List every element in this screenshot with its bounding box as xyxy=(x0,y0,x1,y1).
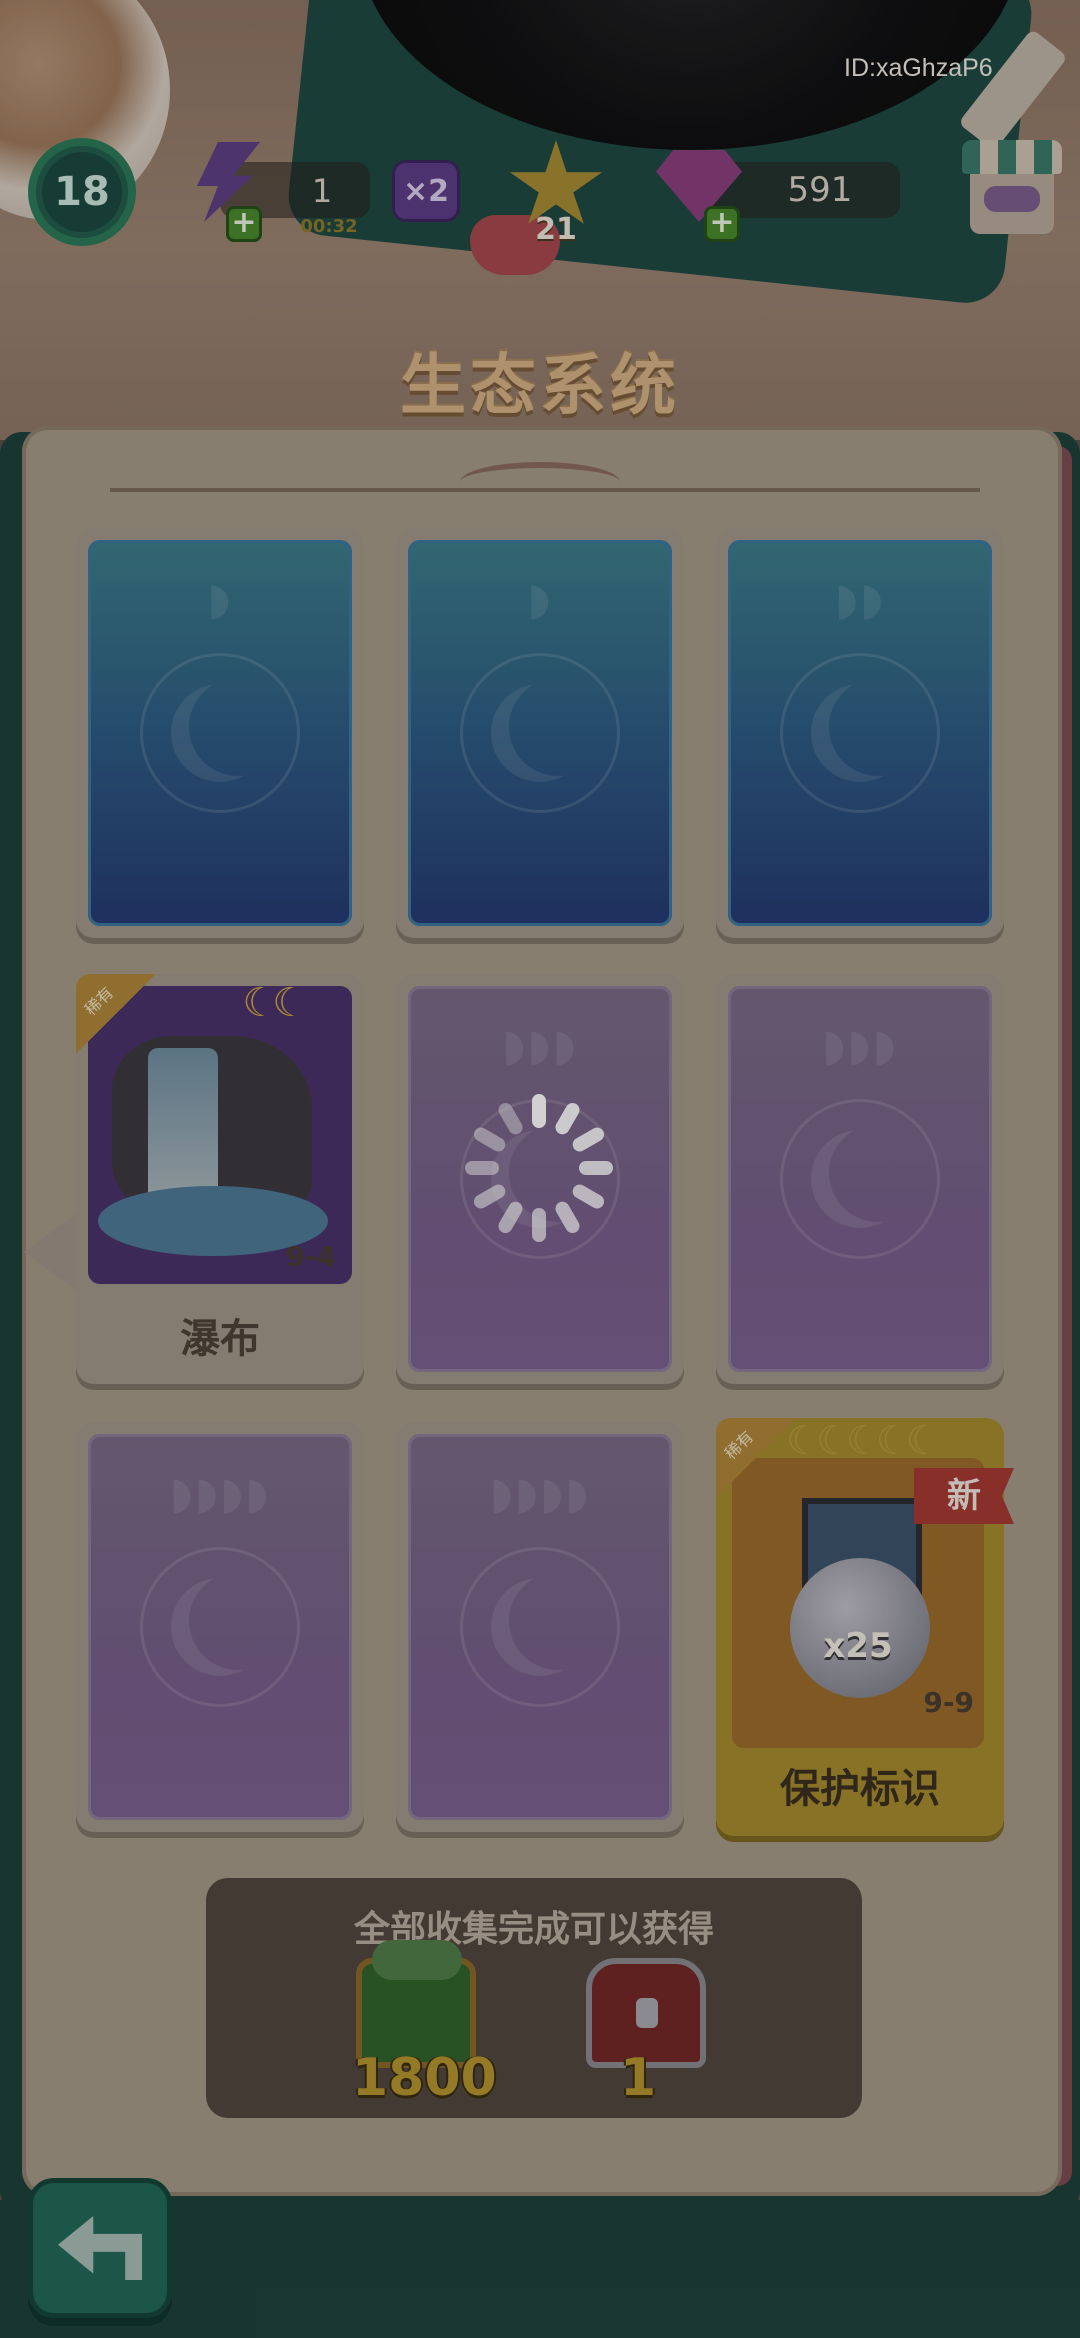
card-slot[interactable]: ◗◗◗◗ xyxy=(76,1422,364,1832)
water-shape xyxy=(148,1048,218,1208)
card-back-blue: ◗ xyxy=(408,540,672,926)
multiplier-button[interactable]: ×2 xyxy=(392,160,460,222)
page-title: 生态系统 xyxy=(400,347,680,424)
rare-tag: 稀有 xyxy=(76,974,156,1054)
moon-rating-icon: ☾☾☾☾☾ xyxy=(786,1418,941,1464)
completion-reward-panel: 全部收集完成可以获得 1800 1 xyxy=(206,1878,862,2118)
card-back-blue: ◗◗ xyxy=(728,540,992,926)
moon-rating-icon: ◗◗◗◗ xyxy=(169,1468,271,1519)
item-count: x25 xyxy=(823,1626,893,1666)
gem-value: 591 xyxy=(787,170,853,210)
reward-amount: 1800 xyxy=(352,2048,497,2108)
card-waterfall[interactable]: ☾☾ 稀有 9-4 瀑布 xyxy=(76,974,364,1384)
back-arrow-icon xyxy=(58,2216,142,2280)
card-emblem-icon xyxy=(460,1547,620,1707)
moon-rating-icon: ◗◗◗ xyxy=(502,1020,578,1071)
star-count: 21 xyxy=(535,212,577,247)
card-back-purple: ◗◗◗◗ xyxy=(88,1434,352,1820)
reward-amount: 1 xyxy=(620,2048,657,2108)
card-back-purple: ◗◗◗◗ xyxy=(408,1434,672,1820)
card-protection-sign[interactable]: x25 ☾☾☾☾☾ 稀有 新 9-9 保护标识 xyxy=(716,1418,1014,1836)
card-slot[interactable]: ◗◗ xyxy=(716,528,1004,938)
level-value: 18 xyxy=(54,169,110,215)
moon-rating-icon: ◗ xyxy=(207,574,233,625)
rare-tag: 稀有 xyxy=(716,1418,796,1498)
add-energy-button[interactable]: + xyxy=(226,206,262,242)
moon-rating-icon: ◗◗ xyxy=(834,574,886,625)
shop-goods-icon xyxy=(984,186,1040,212)
card-back-blue: ◗ xyxy=(88,540,352,926)
card-name: 瀑布 xyxy=(180,1316,260,1362)
energy-value: 1 xyxy=(311,172,333,210)
new-badge: 新 xyxy=(914,1468,1014,1524)
card-emblem-icon xyxy=(460,653,620,813)
card-emblem-icon xyxy=(780,1099,940,1259)
card-code: 9-9 xyxy=(923,1686,974,1719)
card-slot[interactable]: ◗ xyxy=(76,528,364,938)
user-id-label: ID:xaGhzaP6 xyxy=(844,54,993,82)
card-slot[interactable]: ◗ xyxy=(396,528,684,938)
divider-ornament xyxy=(460,462,620,502)
shop-awning-icon xyxy=(962,140,1062,174)
card-back-purple: ◗◗◗ xyxy=(728,986,992,1372)
level-badge[interactable]: 18 xyxy=(28,138,136,246)
reward-title: 全部收集完成可以获得 xyxy=(353,1909,714,1950)
card-code: 9-4 xyxy=(285,1240,336,1273)
card-name: 保护标识 xyxy=(780,1766,940,1812)
loading-spinner-icon xyxy=(458,1088,618,1248)
card-slot[interactable]: ◗◗◗ xyxy=(716,974,1004,1384)
moon-rating-icon: ☾☾ xyxy=(242,980,308,1026)
add-gems-button[interactable]: + xyxy=(704,206,740,242)
shop-button[interactable] xyxy=(962,140,1062,240)
card-emblem-icon xyxy=(780,653,940,813)
moon-rating-icon: ◗ xyxy=(527,574,553,625)
card-emblem-icon xyxy=(140,1547,300,1707)
energy-timer: 00:32 xyxy=(300,216,358,237)
moon-rating-icon: ◗◗◗ xyxy=(822,1020,898,1071)
card-slot[interactable]: ◗◗◗◗ xyxy=(396,1422,684,1832)
moon-rating-icon: ◗◗◗◗ xyxy=(489,1468,591,1519)
card-emblem-icon xyxy=(140,653,300,813)
back-button[interactable] xyxy=(28,2178,172,2318)
